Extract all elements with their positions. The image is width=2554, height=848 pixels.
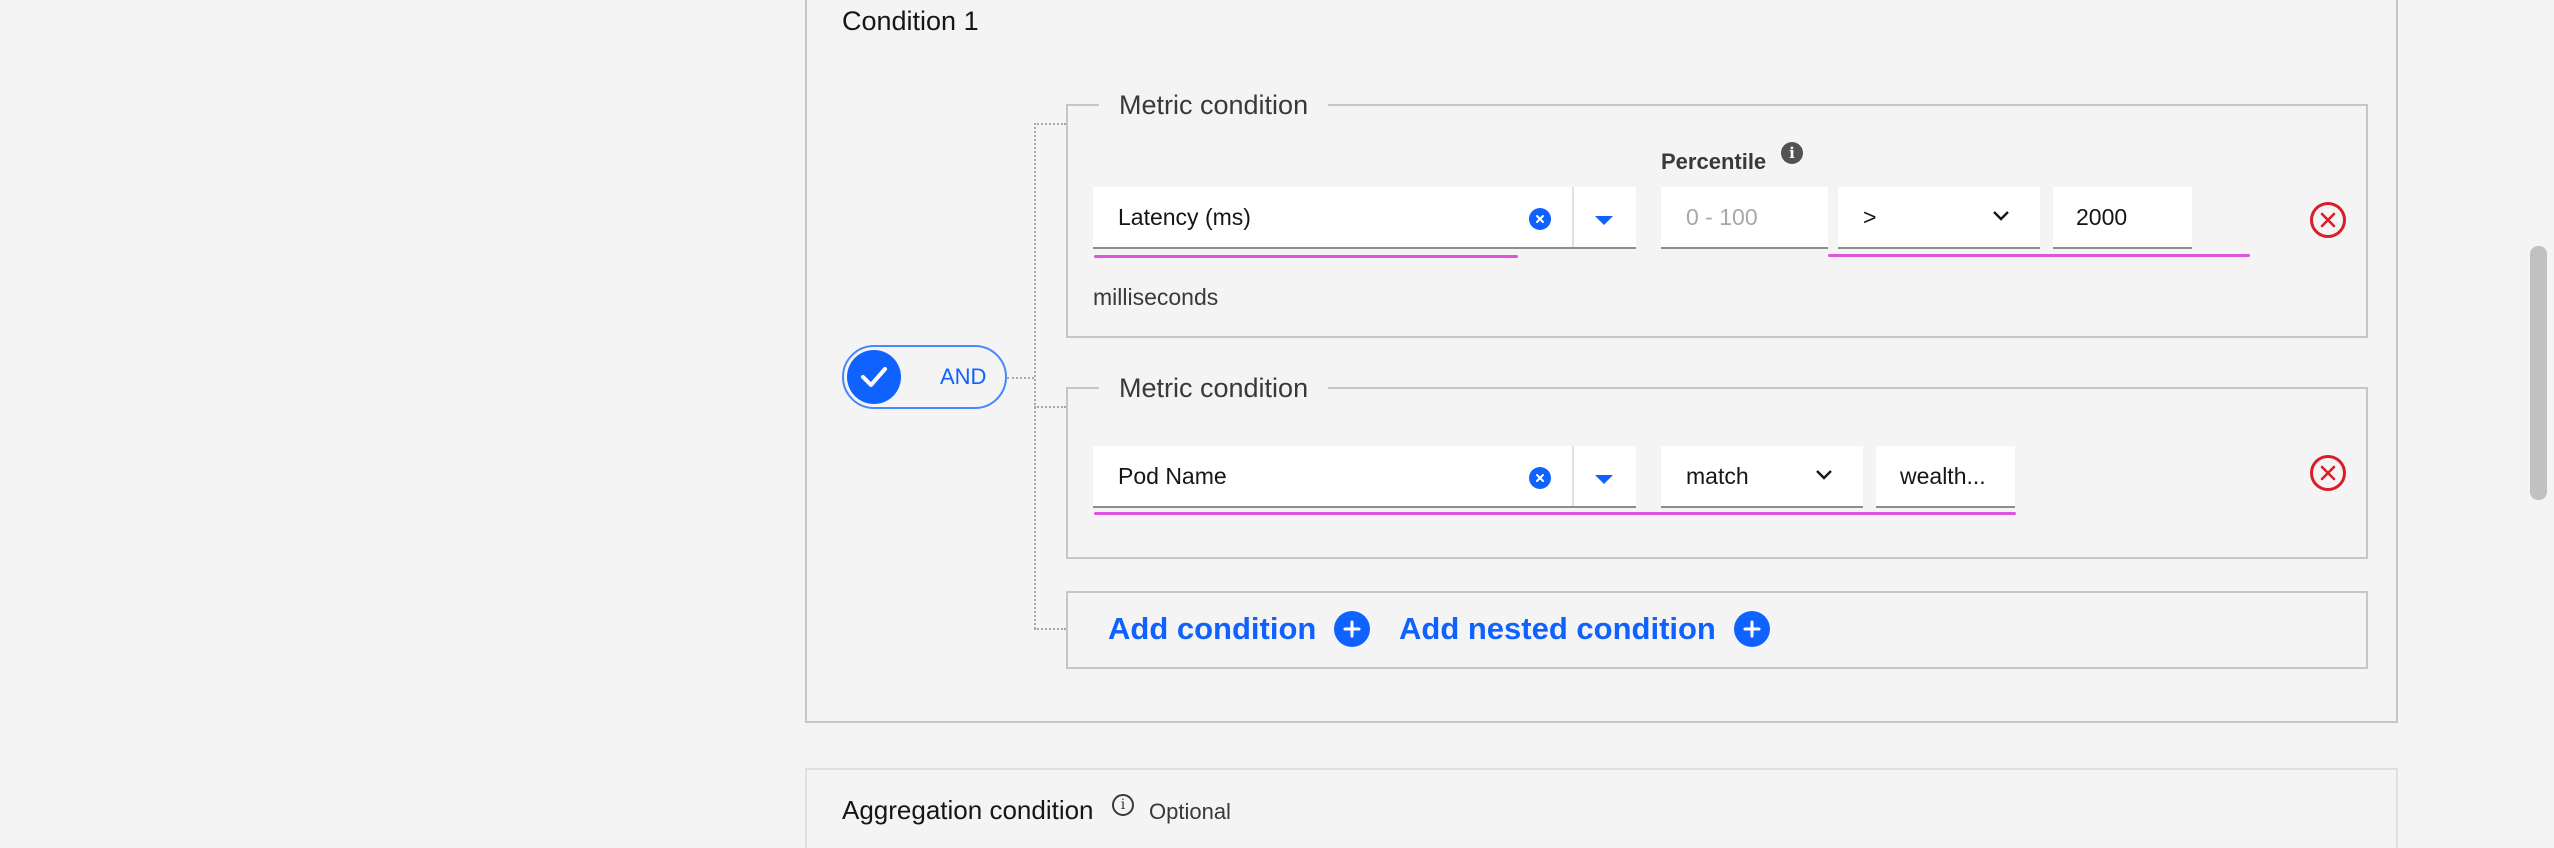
- operator-value: >: [1863, 204, 1877, 230]
- toggle-label: AND: [940, 364, 987, 389]
- caret-down-icon[interactable]: [1595, 475, 1613, 484]
- chevron-down-icon: [1993, 211, 2009, 221]
- threshold-value: 2000: [2076, 204, 2128, 230]
- checkmark-icon: [847, 350, 901, 404]
- aggregation-title: Aggregation condition: [842, 795, 1094, 825]
- condition-group-title: Condition 1: [842, 6, 979, 36]
- add-icon: [1334, 611, 1371, 647]
- caret-down-icon[interactable]: [1595, 216, 1613, 225]
- metric-condition-legend: Metric condition: [1099, 371, 1329, 405]
- operator-dropdown[interactable]: >: [1838, 187, 2040, 249]
- metric-condition-legend: Metric condition: [1099, 88, 1329, 122]
- metric-value: Latency (ms): [1118, 204, 1251, 230]
- metric-combobox[interactable]: Latency (ms): [1093, 187, 1636, 249]
- percentile-input[interactable]: 0 - 100: [1661, 187, 1828, 249]
- combobox-divider: [1572, 187, 1574, 247]
- add-nested-condition-label: Add nested condition: [1399, 611, 1716, 646]
- threshold-input[interactable]: 2000: [2053, 187, 2192, 249]
- add-condition-button[interactable]: Add condition: [1108, 609, 1371, 649]
- chevron-down-icon: [1816, 470, 1832, 480]
- unit-text: milliseconds: [1093, 284, 1219, 310]
- add-nested-condition-button[interactable]: Add nested condition: [1399, 609, 1770, 649]
- and-or-toggle[interactable]: AND: [842, 345, 1007, 409]
- add-icon: [1733, 611, 1770, 647]
- combobox-divider: [1572, 446, 1574, 506]
- info-icon[interactable]: i: [1781, 142, 1803, 164]
- connector-branch-3: [1034, 628, 1066, 630]
- match-value: wealth...: [1900, 463, 1986, 489]
- metric-combobox[interactable]: Pod Name: [1093, 446, 1636, 508]
- connector-branch-2: [1034, 406, 1066, 408]
- optional-label: Optional: [1149, 799, 1231, 824]
- info-icon[interactable]: i: [1112, 794, 1134, 816]
- operator-dropdown[interactable]: match: [1661, 446, 1863, 508]
- percentile-placeholder: 0 - 100: [1686, 204, 1758, 230]
- connector-vertical-line: [1034, 123, 1036, 629]
- connector-toggle-link: [1007, 377, 1034, 379]
- add-condition-label: Add condition: [1108, 611, 1317, 646]
- operator-value: match: [1686, 463, 1749, 489]
- highlight-underline: [1828, 254, 2250, 257]
- remove-condition-icon[interactable]: [2310, 455, 2346, 491]
- connector-branch-1: [1034, 123, 1066, 125]
- highlight-underline: [1094, 512, 2016, 515]
- clear-selection-icon[interactable]: [1529, 467, 1551, 489]
- remove-condition-icon[interactable]: [2310, 202, 2346, 238]
- match-value-input[interactable]: wealth...: [1876, 446, 2015, 508]
- highlight-underline: [1094, 255, 1518, 258]
- scrollbar-thumb[interactable]: [2530, 246, 2547, 500]
- clear-selection-icon[interactable]: [1529, 208, 1551, 230]
- metric-value: Pod Name: [1118, 463, 1227, 489]
- percentile-label: Percentile: [1661, 149, 1767, 174]
